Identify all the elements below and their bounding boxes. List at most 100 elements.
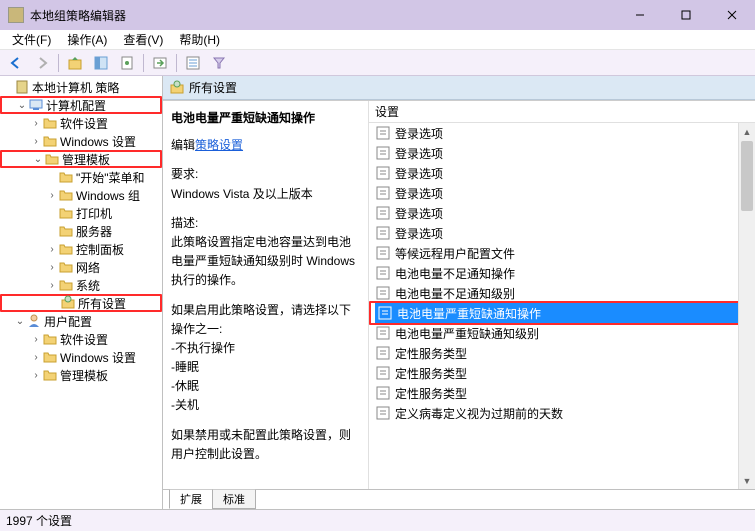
- list-item-label: 电池电量不足通知级别: [395, 285, 515, 302]
- list-row[interactable]: 登录选项: [369, 183, 755, 203]
- setting-item-icon: [375, 345, 391, 361]
- tree-root[interactable]: 本地计算机 策略: [0, 78, 162, 96]
- tree-control-panel[interactable]: ›控制面板: [0, 240, 162, 258]
- tree-label: 用户配置: [44, 313, 92, 330]
- list-column-header[interactable]: 设置: [369, 101, 755, 123]
- list-row[interactable]: 登录选项: [369, 143, 755, 163]
- tree-label: 网络: [76, 259, 100, 276]
- tree-printers[interactable]: 打印机: [0, 204, 162, 222]
- folder-icon: [58, 277, 74, 293]
- setting-item-icon: [375, 125, 391, 141]
- minimize-button[interactable]: [617, 0, 663, 30]
- status-count: 1997 个设置: [6, 512, 72, 529]
- list-row[interactable]: 登录选项: [369, 203, 755, 223]
- titlebar: 本地组策略编辑器: [0, 0, 755, 30]
- export-button[interactable]: [148, 52, 172, 74]
- toolbar: [0, 50, 755, 76]
- desc-label: 描述:: [171, 216, 198, 230]
- details-button[interactable]: [181, 52, 205, 74]
- scroll-down-icon[interactable]: ▼: [739, 472, 755, 489]
- tree-computer-config[interactable]: ⌄计算机配置: [0, 96, 162, 114]
- toolbar-separator: [58, 54, 59, 72]
- app-icon: [8, 7, 24, 23]
- tree-network[interactable]: ›网络: [0, 258, 162, 276]
- tree-user-config[interactable]: ⌄用户配置: [0, 312, 162, 330]
- filter-button[interactable]: [207, 52, 231, 74]
- menu-help[interactable]: 帮助(H): [171, 29, 228, 50]
- folder-icon: [58, 259, 74, 275]
- tree-pane[interactable]: 本地计算机 策略 ⌄计算机配置 ›软件设置 ›Windows 设置 ⌄管理模板 …: [0, 76, 163, 509]
- tree-all-settings[interactable]: 所有设置: [0, 294, 162, 312]
- tree-label: Windows 设置: [60, 133, 136, 150]
- policy-icon: [14, 79, 30, 95]
- folder-icon: [58, 223, 74, 239]
- list-row[interactable]: 等候远程用户配置文件: [369, 243, 755, 263]
- list-row[interactable]: 定性服务类型: [369, 363, 755, 383]
- setting-item-icon: [375, 385, 391, 401]
- req-value: Windows Vista 及以上版本: [171, 187, 313, 201]
- tree-label: 系统: [76, 277, 100, 294]
- tree-software-settings[interactable]: ›软件设置: [0, 114, 162, 132]
- opt2: -睡眠: [171, 360, 199, 374]
- forward-button[interactable]: [30, 52, 54, 74]
- setting-item-icon: [375, 325, 391, 341]
- tab-strip: 扩展 标准: [163, 489, 755, 509]
- show-hide-tree-button[interactable]: [89, 52, 113, 74]
- tree-servers[interactable]: 服务器: [0, 222, 162, 240]
- tree-system[interactable]: ›系统: [0, 276, 162, 294]
- list-row[interactable]: 电池电量严重短缺通知操作: [371, 303, 751, 323]
- setting-item-icon: [375, 405, 391, 421]
- tree-label: 计算机配置: [46, 97, 106, 114]
- list-row[interactable]: 定性服务类型: [369, 343, 755, 363]
- folder-icon: [44, 151, 60, 167]
- tree-admin-templates[interactable]: ⌄管理模板: [0, 150, 162, 168]
- setting-item-icon: [375, 185, 391, 201]
- tab-standard[interactable]: 标准: [212, 489, 256, 509]
- list-item-label: 定性服务类型: [395, 385, 467, 402]
- list-row[interactable]: 定义病毒定义视为过期前的天数: [369, 403, 755, 423]
- back-button[interactable]: [4, 52, 28, 74]
- settings-icon: [60, 295, 76, 311]
- maximize-button[interactable]: [663, 0, 709, 30]
- menu-file[interactable]: 文件(F): [4, 29, 59, 50]
- list-row[interactable]: 电池电量不足通知操作: [369, 263, 755, 283]
- list-row[interactable]: 登录选项: [369, 223, 755, 243]
- properties-button[interactable]: [115, 52, 139, 74]
- scroll-up-icon[interactable]: ▲: [739, 123, 755, 140]
- menu-action[interactable]: 操作(A): [59, 29, 115, 50]
- if-disabled: 如果禁用或未配置此策略设置，则用户控制此设置。: [171, 426, 360, 464]
- tree-u-windows-settings[interactable]: ›Windows 设置: [0, 348, 162, 366]
- list-row[interactable]: 电池电量严重短缺通知级别: [369, 323, 755, 343]
- list-item-label: 电池电量严重短缺通知操作: [397, 305, 541, 322]
- list-row[interactable]: 定性服务类型: [369, 383, 755, 403]
- list-row[interactable]: 登录选项: [369, 163, 755, 183]
- tree-u-software-settings[interactable]: ›软件设置: [0, 330, 162, 348]
- list-item-label: 电池电量严重短缺通知级别: [395, 325, 539, 342]
- folder-icon: [42, 367, 58, 383]
- user-icon: [26, 313, 42, 329]
- tree-windows-comp[interactable]: ›Windows 组: [0, 186, 162, 204]
- list-row[interactable]: 电池电量不足通知级别: [369, 283, 755, 303]
- tree-u-admin-templates[interactable]: ›管理模板: [0, 366, 162, 384]
- list-item-label: 登录选项: [395, 225, 443, 242]
- setting-item-icon: [375, 245, 391, 261]
- setting-item-icon: [375, 205, 391, 221]
- up-button[interactable]: [63, 52, 87, 74]
- tree-label: 服务器: [76, 223, 112, 240]
- scroll-thumb[interactable]: [741, 141, 753, 211]
- tab-extended[interactable]: 扩展: [169, 489, 213, 509]
- folder-icon: [58, 241, 74, 257]
- list-row[interactable]: 登录选项: [369, 123, 755, 143]
- folder-icon: [42, 349, 58, 365]
- vertical-scrollbar[interactable]: ▲ ▼: [738, 123, 755, 489]
- tree-start-menu[interactable]: "开始"菜单和: [0, 168, 162, 186]
- window-title: 本地组策略编辑器: [30, 7, 617, 24]
- toolbar-separator: [143, 54, 144, 72]
- menu-view[interactable]: 查看(V): [115, 29, 171, 50]
- setting-item-icon: [375, 225, 391, 241]
- tree-windows-settings[interactable]: ›Windows 设置: [0, 132, 162, 150]
- policy-settings-link[interactable]: 策略设置: [195, 138, 243, 152]
- close-button[interactable]: [709, 0, 755, 30]
- list-pane[interactable]: 设置 登录选项登录选项登录选项登录选项登录选项登录选项等候远程用户配置文件电池电…: [369, 101, 755, 489]
- folder-icon: [42, 133, 58, 149]
